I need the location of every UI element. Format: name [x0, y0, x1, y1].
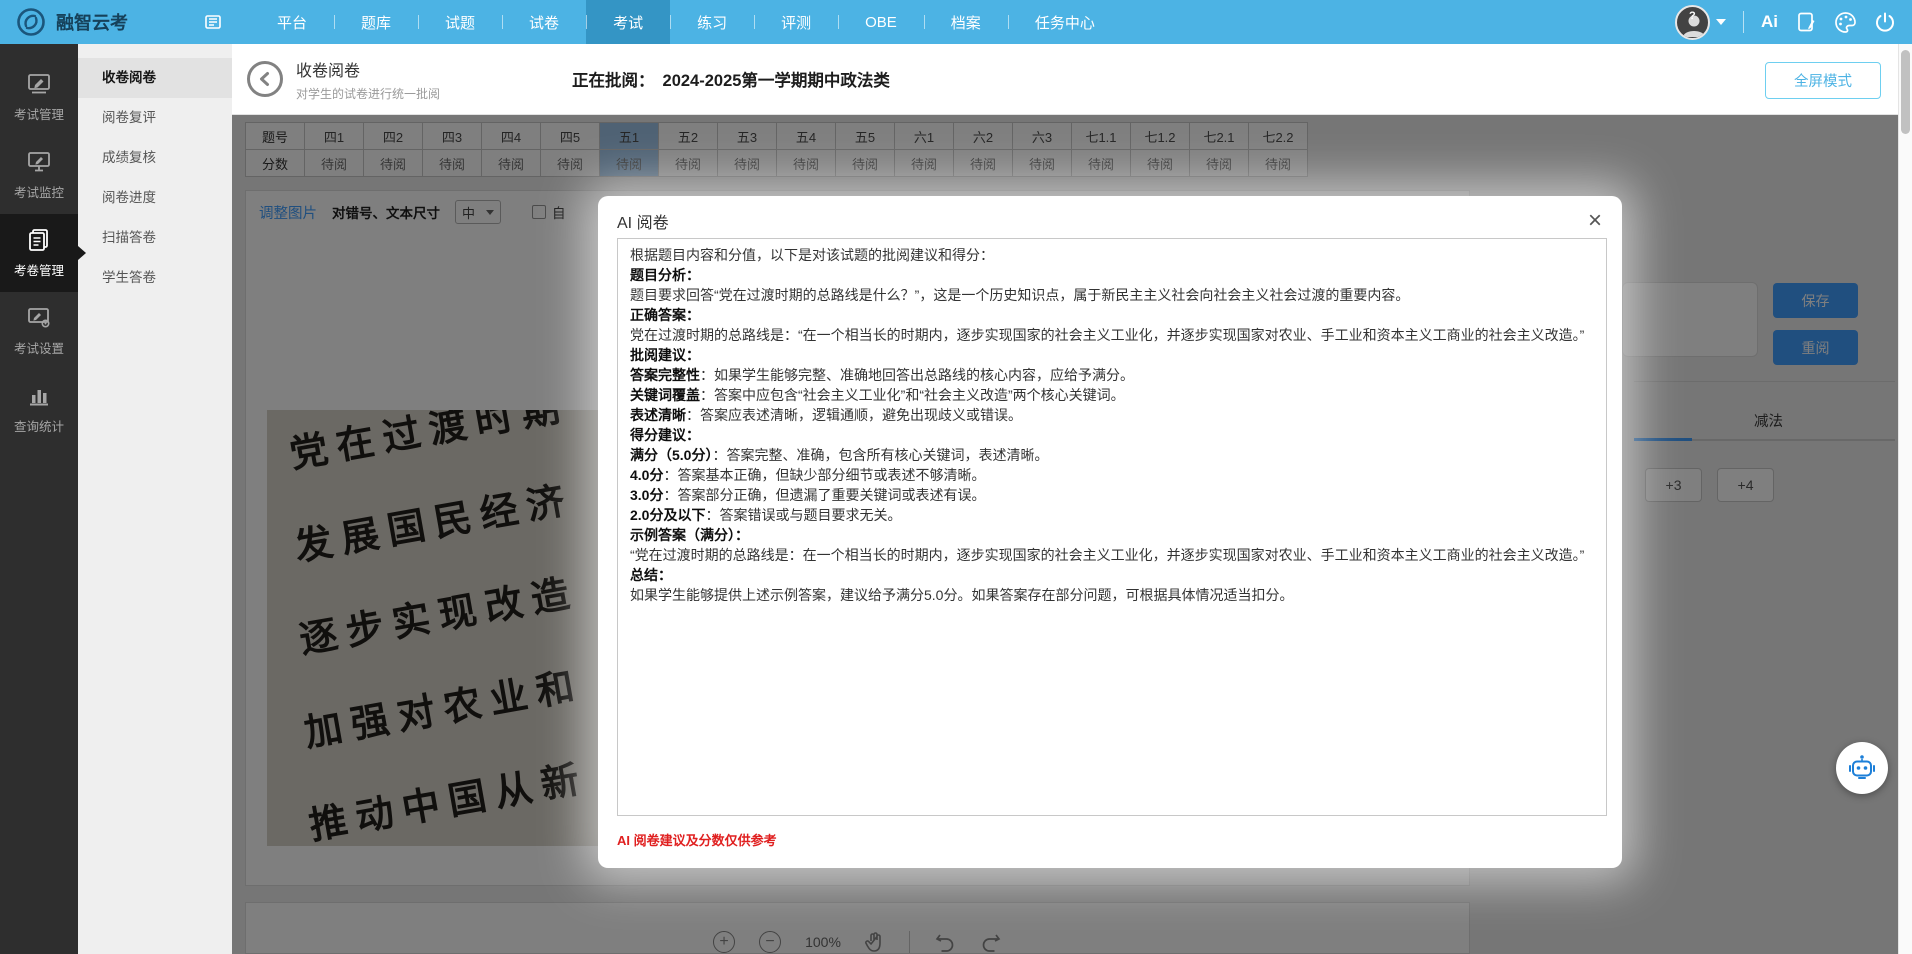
nav-item[interactable]: 档案	[924, 0, 1008, 44]
ai-assistant-icon[interactable]: Ai	[1761, 12, 1778, 32]
sidebar-item-label: 考试监控	[14, 182, 64, 201]
page-title: 收卷阅卷	[296, 57, 440, 81]
sidebar-item-考试监控[interactable]: 考试监控	[0, 136, 78, 214]
ai-suggestion-line: 题目分析：	[630, 265, 1594, 285]
sidebar-item-考试设置[interactable]: 考试设置	[0, 292, 78, 370]
modal-title: AI 阅卷	[617, 209, 669, 233]
nav-item[interactable]: 平台	[250, 0, 334, 44]
back-button[interactable]	[247, 61, 283, 97]
ai-suggestion-line: 答案完整性：如果学生能够完整、准确地回答出总路线的核心内容，应给予满分。	[630, 365, 1594, 385]
brand: 融智云考	[0, 7, 178, 37]
close-icon[interactable]: ×	[1588, 211, 1602, 231]
ai-suggestion-line: 党在过渡时期的总路线是：“在一个相当长的时期内，逐步实现国家的社会主义工业化，并…	[630, 325, 1594, 345]
primary-sidebar: 考试管理考试监控考卷管理考试设置查询统计	[0, 44, 78, 954]
submenu-item-阅卷复评[interactable]: 阅卷复评	[78, 98, 232, 138]
exam-monitor-icon	[26, 149, 52, 175]
user-menu[interactable]: ?	[1675, 5, 1726, 40]
query-stats-icon	[26, 383, 52, 409]
nav-item[interactable]: 题库	[334, 0, 418, 44]
ai-robot-fab[interactable]	[1836, 742, 1888, 794]
nav-item[interactable]: OBE	[838, 0, 924, 44]
sidebar-item-考卷管理[interactable]: 考卷管理	[0, 214, 78, 292]
current-grading: 正在批阅： 2024-2025第一学期期中政法类	[572, 67, 890, 91]
logout-power-icon[interactable]	[1874, 11, 1896, 33]
fullscreen-button[interactable]: 全屏模式	[1765, 62, 1881, 99]
ai-suggestion-line: 4.0分：答案基本正确，但缺少部分细节或表述不够清晰。	[630, 465, 1594, 485]
ai-suggestion-line: 表述清晰：答案应表述清晰，逻辑通顺，避免出现歧义或错误。	[630, 405, 1594, 425]
ai-suggestion-text[interactable]: 根据题目内容和分值，以下是对该试题的批阅建议和得分：题目分析：题目要求回答“党在…	[617, 238, 1607, 816]
sidebar-item-label: 考试设置	[14, 338, 64, 357]
theme-palette-icon[interactable]	[1834, 11, 1857, 34]
modal-header: AI 阅卷 ×	[598, 196, 1622, 233]
ai-suggestion-line: “党在过渡时期的总路线是：在一个相当长的时期内，逐步实现国家的社会主义工业化，并…	[630, 545, 1594, 565]
topbar-divider	[1743, 11, 1744, 33]
topbar-right: ? Ai	[1675, 5, 1912, 40]
ai-suggestion-line: 关键词覆盖：答案中应包含“社会主义工业化”和“社会主义改造”两个核心关键词。	[630, 385, 1594, 405]
chevron-down-icon	[1716, 19, 1726, 25]
ai-suggestion-line: 根据题目内容和分值，以下是对该试题的批阅建议和得分：	[630, 245, 1594, 265]
sidebar-item-label: 考卷管理	[14, 260, 64, 279]
grading-exam-name: 2024-2025第一学期期中政法类	[663, 67, 890, 91]
ai-suggestion-line: 总结：	[630, 565, 1594, 585]
note-pen-icon[interactable]	[1795, 11, 1817, 33]
grading-label: 正在批阅：	[572, 67, 655, 91]
page-subtitle: 对学生的试卷进行统一批阅	[296, 85, 440, 102]
brand-name: 融智云考	[56, 9, 128, 35]
sidebar-item-label: 查询统计	[14, 416, 64, 435]
nav-item[interactable]: 评测	[754, 0, 838, 44]
main-nav: 平台题库试题试卷考试练习评测OBE档案任务中心	[250, 0, 1122, 44]
ai-suggestion-line: 正确答案：	[630, 305, 1594, 325]
ai-suggestion-line: 题目要求回答“党在过渡时期的总路线是什么？”，这是一个历史知识点，属于新民主主义…	[630, 285, 1594, 305]
ai-suggestion-line: 3.0分：答案部分正确，但遗漏了重要关键词或表述有误。	[630, 485, 1594, 505]
submenu-item-学生答卷[interactable]: 学生答卷	[78, 258, 232, 298]
exam-manage-icon	[26, 71, 52, 97]
sidebar-item-label: 考试管理	[14, 104, 64, 123]
nav-item[interactable]: 练习	[670, 0, 754, 44]
submenu-item-收卷阅卷[interactable]: 收卷阅卷	[78, 58, 232, 98]
ai-suggestion-line: 批阅建议：	[630, 345, 1594, 365]
ai-disclaimer: AI 阅卷建议及分数仅供参考	[617, 830, 777, 849]
secondary-sidebar: 收卷阅卷阅卷复评成绩复核阅卷进度扫描答卷学生答卷	[78, 44, 232, 954]
brand-logo-icon	[16, 7, 46, 37]
page-scrollbar[interactable]	[1898, 44, 1912, 954]
nav-item[interactable]: 任务中心	[1008, 0, 1122, 44]
ai-suggestion-line: 2.0分及以下：答案错误或与题目要求无关。	[630, 505, 1594, 525]
ai-suggestion-line: 示例答案（满分）：	[630, 525, 1594, 545]
topbar: 融智云考 平台题库试题试卷考试练习评测OBE档案任务中心 ? Ai	[0, 0, 1912, 44]
ai-grading-modal: AI 阅卷 × 根据题目内容和分值，以下是对该试题的批阅建议和得分：题目分析：题…	[598, 196, 1622, 868]
submenu-item-阅卷进度[interactable]: 阅卷进度	[78, 178, 232, 218]
submenu-item-成绩复核[interactable]: 成绩复核	[78, 138, 232, 178]
paper-manage-icon	[26, 227, 52, 253]
sidebar-item-考试管理[interactable]: 考试管理	[0, 58, 78, 136]
submenu-item-扫描答卷[interactable]: 扫描答卷	[78, 218, 232, 258]
ai-suggestion-line: 满分（5.0分）：答案完整、准确，包含所有核心关键词，表述清晰。	[630, 445, 1594, 465]
nav-item[interactable]: 试题	[418, 0, 502, 44]
collapse-menu-icon[interactable]	[204, 13, 222, 31]
scrollbar-thumb[interactable]	[1901, 50, 1910, 134]
avatar[interactable]: ?	[1675, 5, 1710, 40]
sidebar-item-查询统计[interactable]: 查询统计	[0, 370, 78, 448]
ai-suggestion-line: 得分建议：	[630, 425, 1594, 445]
ai-suggestion-line: 如果学生能够提供上述示例答案，建议给予满分5.0分。如果答案存在部分问题，可根据…	[630, 585, 1594, 605]
page-header: 收卷阅卷 对学生的试卷进行统一批阅 正在批阅： 2024-2025第一学期期中政…	[232, 44, 1912, 115]
exam-settings-icon	[26, 305, 52, 331]
nav-item[interactable]: 试卷	[502, 0, 586, 44]
nav-item[interactable]: 考试	[586, 0, 670, 44]
header-titles: 收卷阅卷 对学生的试卷进行统一批阅	[296, 57, 440, 102]
